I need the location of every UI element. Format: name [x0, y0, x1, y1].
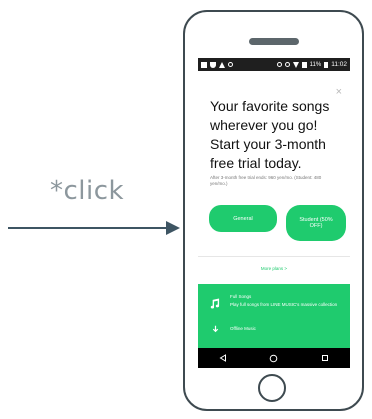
status-right-icons: 11% 11:02 — [276, 61, 347, 68]
click-annotation-label: *click — [50, 176, 125, 206]
signal-icon — [301, 61, 307, 68]
wifi-icon — [292, 61, 299, 68]
battery-percent: 11% — [309, 61, 322, 68]
phone-speaker — [249, 38, 299, 45]
status-time: 11:02 — [331, 61, 347, 68]
stage: *click 11% 11:02 × Your favorite songs w… — [0, 0, 372, 419]
phone-screen: 11% 11:02 × Your favorite songs wherever… — [198, 58, 350, 368]
android-nav-bar — [198, 348, 350, 368]
features-panel: Full Songs Play full songs from LINE MUS… — [198, 284, 350, 348]
trial-headline: Your favorite songs wherever you go! Sta… — [210, 98, 330, 171]
arrow-right-icon — [8, 221, 180, 235]
feature-full-songs: Full Songs Play full songs from LINE MUS… — [198, 292, 350, 318]
feature-title: Offline Music — [230, 326, 256, 331]
warning-icon — [219, 61, 225, 68]
divider — [198, 256, 350, 257]
music-note-icon — [210, 298, 220, 309]
status-bar: 11% 11:02 — [198, 58, 350, 71]
battery-icon — [324, 61, 329, 68]
back-icon[interactable] — [213, 348, 233, 368]
more-plans-link[interactable]: More plans > — [198, 266, 350, 271]
shield-icon — [210, 61, 216, 68]
feature-offline-music: Offline Music — [198, 324, 350, 344]
status-left-icons — [201, 61, 233, 68]
notification-icon — [201, 61, 207, 68]
pricing-fine-print: After 3-month free trial ends: 960 yen/m… — [210, 175, 322, 186]
feature-description: Play full songs from LINE MUSIC's massiv… — [230, 302, 338, 307]
vibrate-icon — [276, 62, 282, 67]
phone-frame: 11% 11:02 × Your favorite songs wherever… — [183, 10, 364, 411]
download-icon — [212, 325, 219, 333]
student-plan-button[interactable]: Student (50% OFF) — [286, 205, 346, 241]
alarm-icon — [284, 62, 290, 67]
phone-home-button[interactable] — [258, 374, 286, 402]
feature-title: Full Songs — [230, 294, 252, 299]
general-plan-button[interactable]: General — [209, 205, 277, 232]
recents-icon[interactable] — [315, 348, 335, 368]
sync-icon — [228, 62, 233, 67]
home-icon[interactable] — [264, 348, 284, 368]
